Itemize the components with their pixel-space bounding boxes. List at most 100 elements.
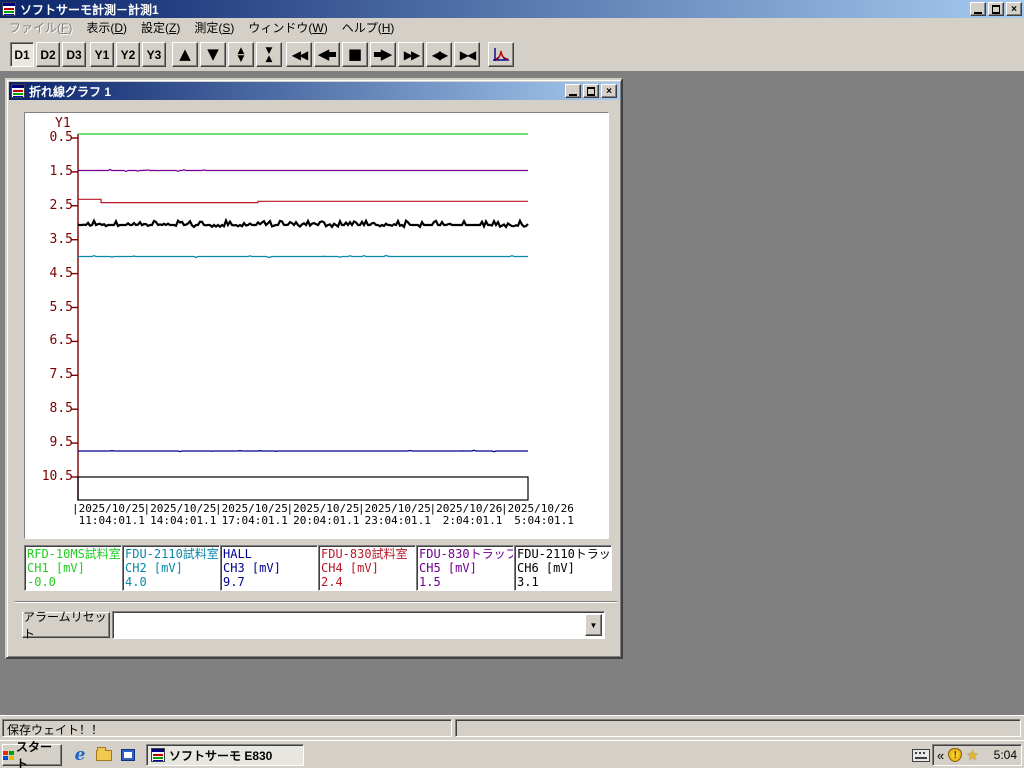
close-button[interactable]: × xyxy=(1006,2,1022,16)
toolbar-d2-button[interactable]: D2 xyxy=(36,42,60,67)
y-tick-label: 1.5 xyxy=(49,163,73,179)
graph-window: 折れ線グラフ 1 × Y1 0.5 1.5 2.5 3.5 4.5 5.5 6.5 7.5 8.… xyxy=(5,78,623,659)
start-button[interactable]: スタート xyxy=(2,740,62,768)
toolbar-y1-button[interactable]: Y1 xyxy=(90,42,114,67)
y-tick-label: 7.5 xyxy=(49,367,73,383)
series-ch5 xyxy=(78,168,528,173)
toolbar-y3-button[interactable]: Y3 xyxy=(142,42,166,67)
series-ch4 xyxy=(78,198,528,204)
graph-maximize-button[interactable] xyxy=(583,84,599,98)
graph-window-titlebar[interactable]: 折れ線グラフ 1 × xyxy=(9,82,619,100)
arrow-left-icon: ◀ xyxy=(318,47,337,62)
main-window-title: ソフトサーモ計測－計測1 xyxy=(20,2,159,17)
chart-icon xyxy=(493,47,509,61)
alarm-combobox[interactable]: ▼ xyxy=(112,611,605,639)
restore-button[interactable] xyxy=(988,2,1004,16)
plot-area: Y1 0.5 1.5 2.5 3.5 4.5 5.5 6.5 7.5 8.5 9.5 10.5 |2… xyxy=(24,112,609,539)
y-tick-label: 6.5 xyxy=(49,333,73,349)
toolbar-d1-button[interactable]: D1 xyxy=(10,42,34,67)
y-tick-label: 5.5 xyxy=(49,299,73,315)
security-shield-icon[interactable]: ! xyxy=(948,748,963,762)
compress-vertical-icon: ▼ ▲ xyxy=(265,45,273,64)
stop-button[interactable]: ■ xyxy=(342,42,368,67)
legend-cell-ch3: HALL CH3 [mV] 9.7 xyxy=(220,545,318,591)
arrow-down-icon: ▼ xyxy=(207,45,219,63)
taskbar-task-button[interactable]: ソフトサーモ E830 xyxy=(146,744,304,766)
series-ch6 xyxy=(78,217,529,230)
x-tick-label: |2025/10/25 20:04:01.1 xyxy=(286,502,360,527)
rewind-button[interactable]: ◀◀ xyxy=(286,42,312,67)
status-panel-2 xyxy=(455,719,1021,737)
show-desktop-icon[interactable] xyxy=(118,745,138,765)
line-chart xyxy=(71,133,529,501)
maximize-icon xyxy=(587,86,595,96)
scroll-down-button[interactable]: ▼ xyxy=(200,42,226,67)
menu-window[interactable]: ウィンドウ(W) xyxy=(241,17,334,38)
tray-clock: 5:04 xyxy=(993,748,1017,762)
divider xyxy=(15,601,617,603)
mdi-area: 折れ線グラフ 1 × Y1 0.5 1.5 2.5 3.5 4.5 5.5 6.5 7.5 8.… xyxy=(0,71,1024,715)
app-icon xyxy=(2,2,16,16)
system-tray: « ! ★ 5:04 xyxy=(932,744,1022,766)
y-tick-label: 3.5 xyxy=(49,231,73,247)
menu-bar: ファイル(F) 表示(D) 設定(Z) 測定(S) ウィンドウ(W) ヘルプ(H… xyxy=(0,18,1024,37)
legend-cell-ch4: FDU-830試料室 CH4 [mV] 2.4 xyxy=(318,545,416,591)
y-tick-label: 8.5 xyxy=(49,401,73,417)
graph-window-title: 折れ線グラフ 1 xyxy=(29,84,112,99)
legend-cell-ch5: FDU-830トラップ CH5 [mV] 1.5 xyxy=(416,545,514,591)
minimize-button[interactable] xyxy=(970,2,986,16)
internet-explorer-icon[interactable]: e xyxy=(70,745,90,765)
arrow-right-icon: ▶ xyxy=(373,47,392,62)
series-ch2 xyxy=(78,254,528,259)
toolbar-y2-button[interactable]: Y2 xyxy=(116,42,140,67)
star-icon[interactable]: ★ xyxy=(966,747,979,764)
legend-cell-ch1: RFD-10MS試料室 CH1 [mV] -0.0 xyxy=(24,545,122,591)
desktop: ソフトサーモ計測－計測1 × ファイル(F) 表示(D) 設定(Z) 測定(S)… xyxy=(0,0,1024,768)
menu-measure[interactable]: 測定(S) xyxy=(187,17,241,38)
arrow-up-icon: ▲ xyxy=(179,45,191,63)
compress-horizontal-button[interactable]: ▶◀ xyxy=(454,42,480,67)
menu-help[interactable]: ヘルプ(H) xyxy=(335,17,402,38)
double-left-icon: ◀◀ xyxy=(291,47,309,62)
legend-cell-ch2: FDU-2110試料室 CH2 [mV] 4.0 xyxy=(122,545,220,591)
graph-minimize-button[interactable] xyxy=(565,84,581,98)
app-icon xyxy=(151,748,165,762)
graph-view-button[interactable] xyxy=(488,42,514,67)
folder-icon[interactable] xyxy=(94,745,114,765)
taskbar: スタート e ソフトサーモ E830 « ! ★ 5:04 xyxy=(0,740,1024,768)
alarm-reset-button[interactable]: アラームリセット xyxy=(22,610,110,641)
x-tick-label: |2025/10/25 14:04:01.1 xyxy=(143,502,217,527)
y-tick-label: 4.5 xyxy=(49,265,73,281)
toolbar-d3-button[interactable]: D3 xyxy=(62,42,86,67)
menu-view[interactable]: 表示(D) xyxy=(79,17,134,38)
graph-window-icon xyxy=(11,84,25,98)
fast-forward-button[interactable]: ▶▶ xyxy=(398,42,424,67)
y-tick-label: 0.5 xyxy=(49,130,73,145)
y-tick-label: 2.5 xyxy=(49,197,73,213)
step-back-button[interactable]: ◀ xyxy=(314,42,340,67)
toolbar: D1 D2 D3 Y1 Y2 Y3 ▲ ▼ ▲ ▼ ▼ ▲ ◀◀ ◀ ■ ▶ ▶▶ … xyxy=(0,37,1024,71)
chevron-down-icon: ▼ xyxy=(589,620,598,630)
tray-chevron-icon[interactable]: « xyxy=(937,748,944,763)
menu-settings[interactable]: 設定(Z) xyxy=(134,17,187,38)
expand-horizontal-button[interactable]: ◀▶ xyxy=(426,42,452,67)
close-icon: × xyxy=(606,85,612,97)
stop-icon: ■ xyxy=(347,45,363,63)
compress-vertical-button[interactable]: ▼ ▲ xyxy=(256,42,282,67)
double-right-icon: ▶▶ xyxy=(403,47,421,62)
keyboard-layout-icon[interactable] xyxy=(912,749,930,762)
y-tick-label: 9.5 xyxy=(49,435,73,451)
windows-logo-icon xyxy=(3,750,14,760)
y-axis-label: Y1 xyxy=(55,116,71,131)
step-forward-button[interactable]: ▶ xyxy=(370,42,396,67)
scroll-up-button[interactable]: ▲ xyxy=(172,42,198,67)
combo-dropdown-button[interactable]: ▼ xyxy=(585,614,602,636)
x-tick-label: |2025/10/26 2:04:01.1 xyxy=(429,502,503,527)
series-ch3 xyxy=(78,449,528,453)
channel-legend: RFD-10MS試料室 CH1 [mV] -0.0 FDU-2110試料室 CH2… xyxy=(24,545,612,591)
graph-close-button[interactable]: × xyxy=(601,84,617,98)
menu-file[interactable]: ファイル(F) xyxy=(2,17,79,38)
expand-vertical-button[interactable]: ▲ ▼ xyxy=(228,42,254,67)
out-pair-icon: ◀▶ xyxy=(431,47,449,62)
x-tick-label: |2025/10/25 23:04:01.1 xyxy=(358,502,431,527)
